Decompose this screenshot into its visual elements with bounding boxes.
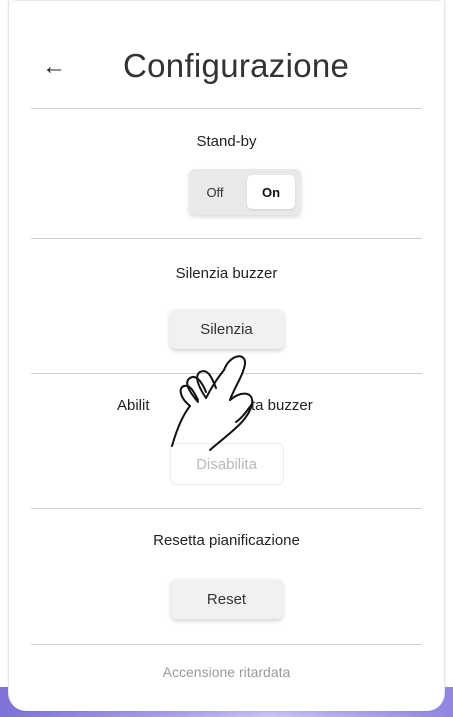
divider <box>31 108 422 109</box>
standby-toggle[interactable]: Off On <box>189 169 301 215</box>
standby-title: Stand-by <box>196 133 257 150</box>
toggle-off-option[interactable]: Off <box>189 169 241 215</box>
toggle-on-option[interactable]: On <box>247 175 295 209</box>
page-title: Configurazione <box>123 47 350 84</box>
divider <box>31 508 422 509</box>
divider <box>31 644 422 645</box>
buzzer-title-left: Abilit <box>117 397 150 414</box>
arrow-left-icon[interactable]: ← <box>39 52 69 82</box>
schedule-title: Resetta pianificazione <box>153 532 300 549</box>
reset-button[interactable]: Reset <box>170 579 283 619</box>
hand-pointer-icon <box>171 355 254 451</box>
app-header: ← Configurazione <box>9 0 444 108</box>
delayed-start-label[interactable]: Accensione ritardata <box>9 664 444 680</box>
silence-title: Silenzia buzzer <box>175 265 278 282</box>
divider <box>31 238 422 239</box>
